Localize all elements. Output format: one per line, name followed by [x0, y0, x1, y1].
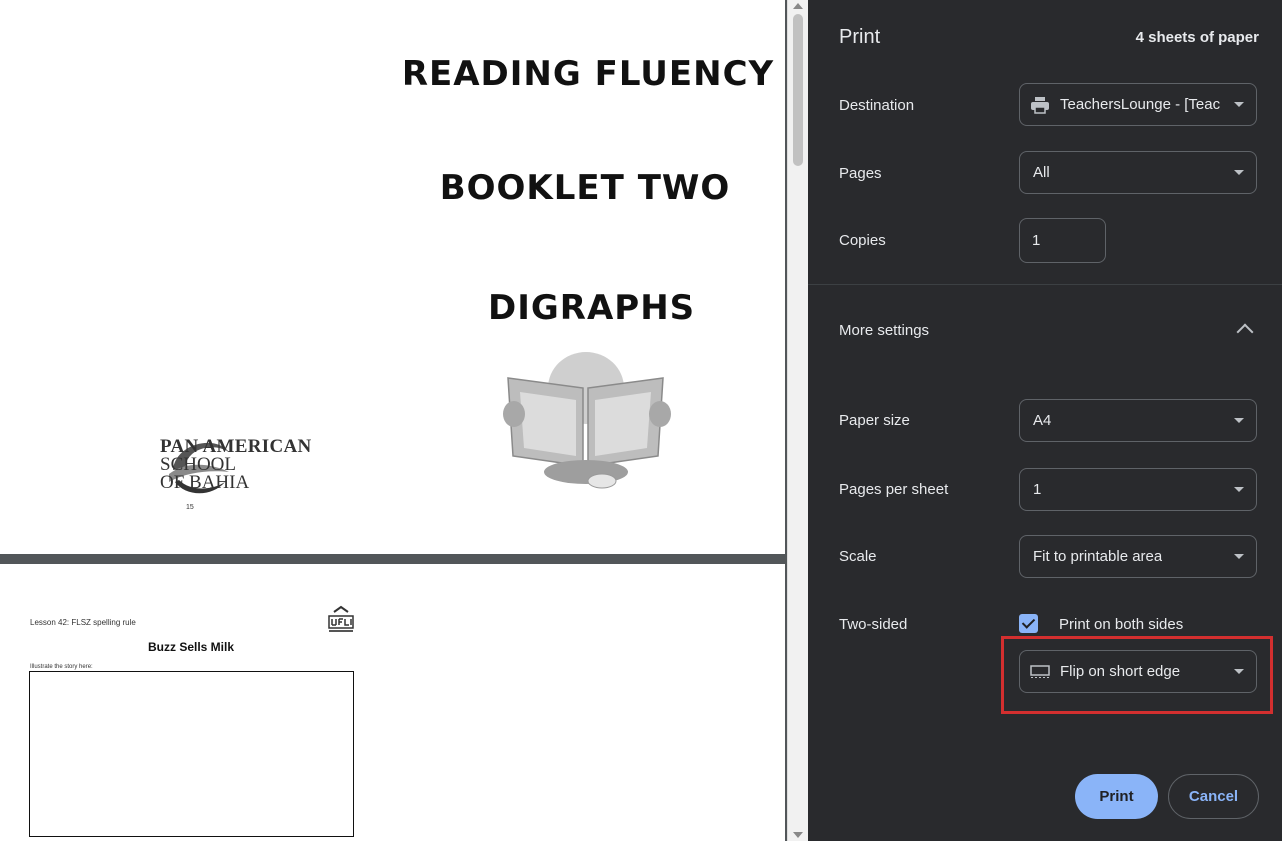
cancel-button[interactable]: Cancel [1168, 774, 1259, 819]
print-both-sides-label[interactable]: Print on both sides [1059, 616, 1183, 633]
more-settings-toggle[interactable]: More settings [839, 322, 929, 339]
preview-page-cover: READING FLUENCY BOOKLET TWO DIGRAPHS PAN… [0, 0, 785, 554]
copies-label: Copies [839, 232, 886, 249]
pages-value: All [1033, 164, 1050, 181]
copies-input[interactable]: 1 [1019, 218, 1106, 263]
chevron-down-icon [1234, 669, 1244, 674]
chevron-down-icon [1234, 418, 1244, 423]
divider [808, 284, 1282, 285]
duplex-mode-select[interactable]: Flip on short edge [1019, 650, 1257, 693]
destination-label: Destination [839, 97, 915, 114]
pages-per-sheet-label: Pages per sheet [839, 481, 949, 498]
pages-label: Pages [839, 165, 882, 182]
paper-size-label: Paper size [839, 412, 910, 429]
cover-title-line1: READING FLUENCY [401, 54, 775, 94]
chevron-up-icon[interactable] [1236, 323, 1254, 341]
cover-title-line2: BOOKLET TWO [439, 168, 731, 208]
print-both-sides-checkbox[interactable] [1019, 614, 1038, 633]
preview-scrollbar[interactable] [787, 0, 808, 841]
school-name-line3: OF BAHIA [160, 472, 250, 493]
chevron-down-icon [1234, 554, 1244, 559]
sheet-count: 4 sheets of paper [1135, 29, 1259, 46]
illustrate-prompt: Illustrate the story here: [30, 664, 93, 670]
reading-child-illustration [503, 352, 671, 489]
cover-title-line3: DIGRAPHS [488, 288, 696, 328]
pages-per-sheet-select[interactable]: 1 [1019, 468, 1257, 511]
scale-label: Scale [839, 548, 877, 565]
short-edge-flip-icon [1030, 665, 1050, 678]
story-title: Buzz Sells Milk [147, 640, 235, 654]
chevron-down-icon [1234, 170, 1244, 175]
scrollbar-thumb[interactable] [793, 14, 803, 166]
lesson-heading: Lesson 42: FLSZ spelling rule [30, 618, 136, 627]
school-name: PAN AMERICAN SCHOOL OF BAHIA [160, 437, 312, 493]
two-sided-label: Two-sided [839, 616, 908, 633]
chevron-down-icon [1234, 102, 1244, 107]
destination-value: TeachersLounge - [Teach [1060, 96, 1220, 113]
print-button[interactable]: Print [1075, 774, 1158, 819]
scale-select[interactable]: Fit to printable area [1019, 535, 1257, 578]
scroll-up-arrow-icon[interactable] [793, 3, 803, 9]
copies-value: 1 [1032, 232, 1041, 249]
destination-select[interactable]: TeachersLounge - [Teach [1019, 83, 1257, 126]
preview-page-lesson: Lesson 42: FLSZ spelling rule Buzz Sells… [0, 564, 785, 841]
panel-title: Print [839, 26, 881, 48]
ufli-logo-icon [328, 605, 354, 632]
illustration-box [29, 671, 354, 837]
page-number: 15 [186, 504, 194, 511]
duplex-mode-value: Flip on short edge [1060, 663, 1181, 680]
pages-per-sheet-value: 1 [1033, 481, 1042, 498]
scale-value: Fit to printable area [1033, 548, 1163, 565]
paper-size-select[interactable]: A4 [1019, 399, 1257, 442]
pages-select[interactable]: All [1019, 151, 1257, 194]
printer-icon [1031, 97, 1049, 114]
print-preview-pane: READING FLUENCY BOOKLET TWO DIGRAPHS PAN… [0, 0, 787, 841]
chevron-down-icon [1234, 487, 1244, 492]
paper-size-value: A4 [1033, 412, 1052, 429]
scroll-down-arrow-icon[interactable] [793, 832, 803, 838]
print-settings-panel: Print 4 sheets of paper Destination Teac… [808, 0, 1282, 841]
